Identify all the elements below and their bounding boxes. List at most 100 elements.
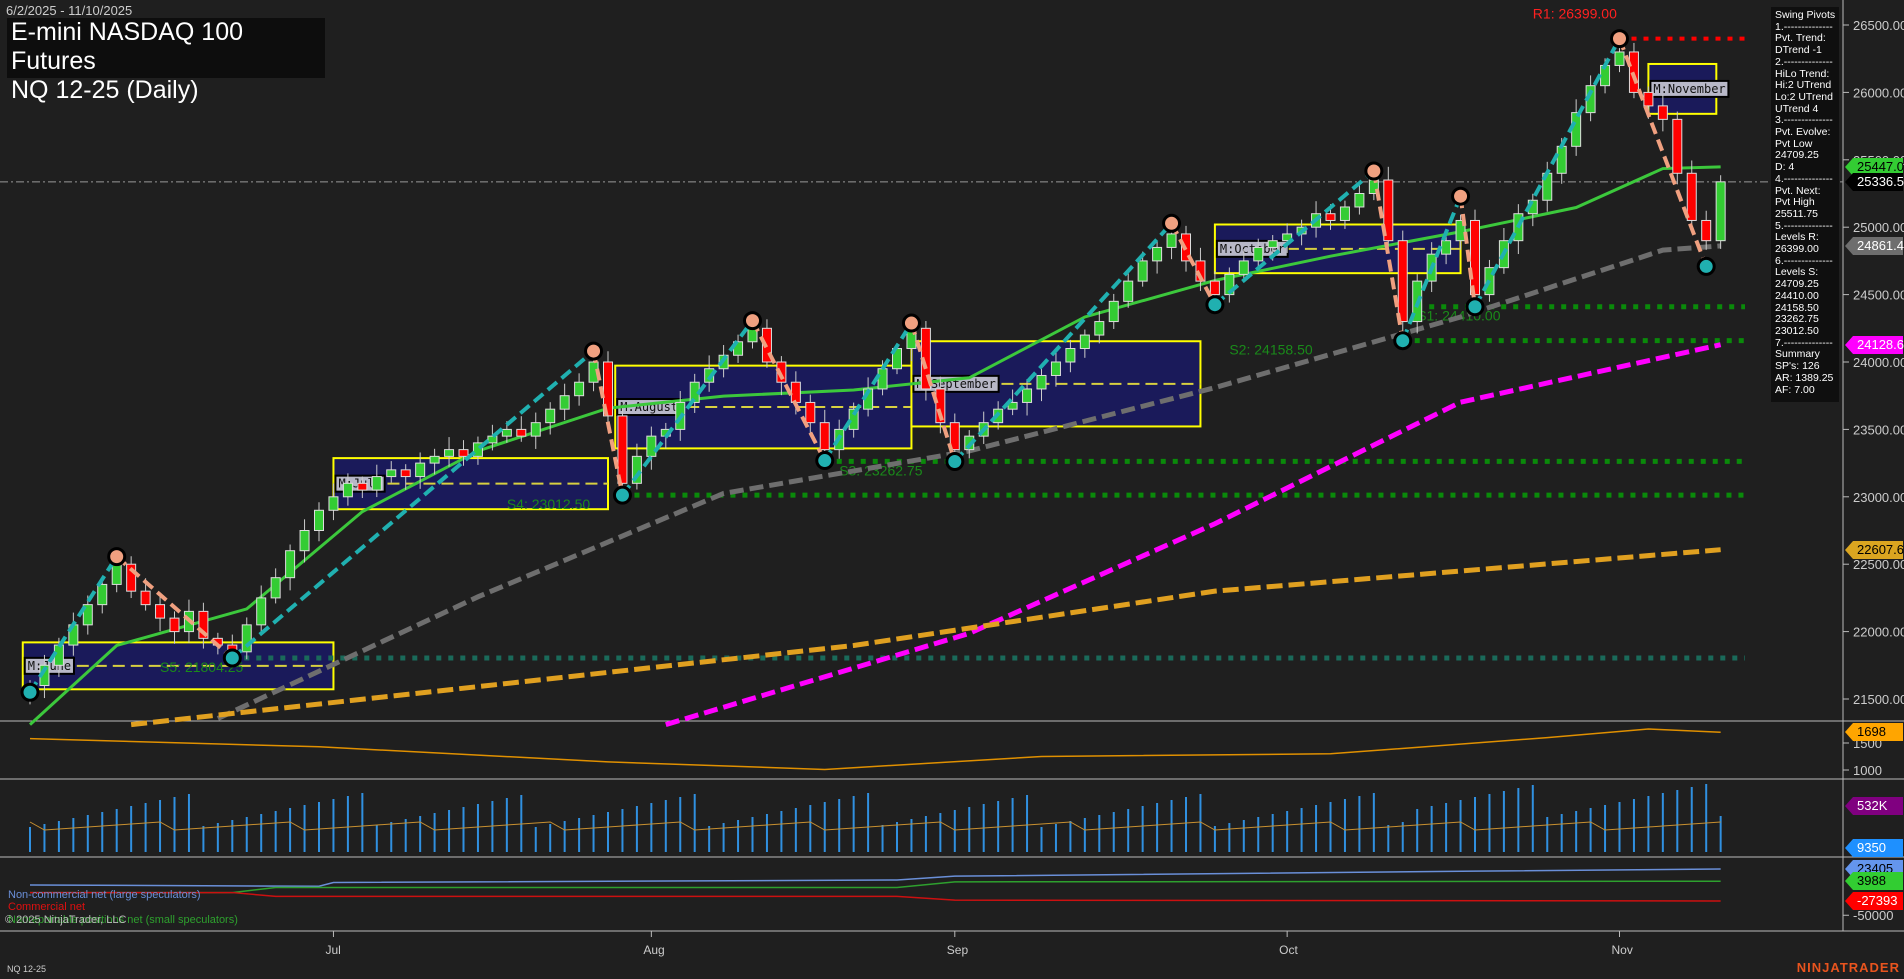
- legend-commercial: Commercial net: [8, 901, 85, 913]
- candle-body: [242, 625, 251, 652]
- candle: [1702, 211, 1711, 250]
- month-label: Sep: [947, 943, 968, 957]
- candle-body: [1023, 389, 1032, 402]
- level-label: R1: 26399.00: [1533, 6, 1617, 22]
- copyright: © 2025 NinjaTrader, LLC: [5, 914, 126, 926]
- candle-body: [430, 456, 439, 463]
- swing-high-marker: [1453, 188, 1469, 204]
- month-box-label: M:November: [1653, 82, 1725, 96]
- candle: [632, 444, 641, 490]
- candle: [1673, 112, 1682, 185]
- info-line: AR: 1389.25: [1775, 373, 1839, 385]
- info-line: 25511.75: [1775, 209, 1839, 221]
- candle-body: [401, 470, 410, 477]
- candle-body: [820, 423, 829, 450]
- candle-body: [286, 551, 295, 578]
- month-label: Aug: [643, 943, 664, 957]
- candle-body: [372, 477, 381, 490]
- candle: [170, 611, 179, 643]
- volume-average-line: [30, 822, 1721, 830]
- candle: [1095, 311, 1104, 343]
- info-line: 24410.00: [1775, 291, 1839, 303]
- axis-tick-label: 22500.00: [1853, 557, 1904, 572]
- cot-line-non-commercial: [30, 869, 1721, 886]
- swing-low-marker: [1698, 258, 1714, 274]
- candle-body: [1557, 146, 1566, 173]
- candle-body: [1716, 182, 1725, 241]
- info-line: Pvt. Evolve:: [1775, 127, 1839, 139]
- swing-high-marker: [1612, 31, 1628, 47]
- candle-body: [1658, 106, 1667, 119]
- candle-body: [1124, 281, 1133, 301]
- swing-pivots-panel: Swing Pivots1.--------------Pvt. Trend:D…: [1771, 7, 1839, 402]
- candle-body: [1167, 234, 1176, 247]
- candle: [156, 595, 165, 631]
- month-label: Nov: [1612, 943, 1633, 957]
- candle: [286, 545, 295, 591]
- info-line: 4.--------------: [1775, 174, 1839, 186]
- moving-average-long: [131, 550, 1721, 725]
- axis-tick-label: 22000.00: [1853, 625, 1904, 640]
- candle-body: [141, 591, 150, 604]
- candle-body: [1080, 335, 1089, 348]
- axis-tick-label: 1000: [1853, 763, 1882, 778]
- candle-body: [546, 409, 555, 422]
- axis-tick-label: 23000.00: [1853, 490, 1904, 505]
- axis-tick-label: 25000.00: [1853, 220, 1904, 235]
- price-tag: 532K: [1853, 797, 1903, 815]
- candle-body: [98, 584, 107, 604]
- candle-body: [1138, 261, 1147, 281]
- price-chart[interactable]: 26500.0026000.0025500.0025000.0024500.00…: [0, 0, 1904, 979]
- legend-noncommercial: Non-commercial net (large speculators): [8, 889, 201, 901]
- candle-body: [416, 463, 425, 476]
- price-tag: -27393: [1853, 892, 1903, 910]
- month-label: Jul: [325, 943, 340, 957]
- candle-body: [791, 382, 800, 402]
- candle-body: [1254, 247, 1263, 260]
- price-tag: 3988: [1853, 872, 1903, 890]
- candle-body: [647, 436, 656, 456]
- candle-body: [358, 483, 367, 490]
- candle-body: [459, 450, 468, 457]
- candle-body: [1153, 247, 1162, 260]
- chart-subtitle: NQ 12-25 (Daily): [7, 76, 325, 105]
- swing-low-marker: [614, 487, 630, 503]
- candle-body: [806, 402, 815, 422]
- candle-body: [343, 483, 352, 496]
- candle-body: [1037, 375, 1046, 388]
- candle-body: [1673, 119, 1682, 173]
- cot-line-commercial: [30, 893, 1721, 901]
- swing-low-marker: [947, 453, 963, 469]
- candle-body: [170, 618, 179, 631]
- level-label: S2: 24158.50: [1229, 342, 1313, 358]
- swing-low-marker: [1467, 299, 1483, 315]
- axis-tick-label: 26000.00: [1853, 85, 1904, 100]
- swing-low-marker: [1395, 333, 1411, 349]
- price-tag: 22607.65: [1853, 541, 1903, 559]
- candle-body: [531, 423, 540, 436]
- candle: [560, 384, 569, 420]
- candle-body: [1239, 261, 1248, 274]
- candle-body: [575, 382, 584, 395]
- swing-high-marker: [903, 315, 919, 331]
- candle-body: [1326, 214, 1335, 221]
- candle-body: [156, 605, 165, 618]
- candle-body: [271, 578, 280, 598]
- candle: [1716, 175, 1725, 249]
- candle-body: [1095, 322, 1104, 335]
- swing-high-marker: [1366, 163, 1382, 179]
- candle: [575, 373, 584, 405]
- candle: [531, 413, 540, 449]
- candle: [734, 335, 743, 363]
- candle-body: [1109, 301, 1118, 321]
- month-label: Oct: [1279, 943, 1298, 957]
- axis-tick-label: -50000: [1853, 908, 1893, 923]
- candle-body: [1355, 194, 1364, 207]
- axis-tick-label: 24000.00: [1853, 355, 1904, 370]
- level-label: S4: 23012.50: [507, 496, 591, 512]
- swing-high-marker: [586, 343, 602, 359]
- swing-down-line: [1172, 223, 1215, 304]
- price-tag: 9350: [1853, 839, 1903, 857]
- candle-body: [112, 564, 121, 584]
- price-tag: 24128.64: [1853, 336, 1903, 354]
